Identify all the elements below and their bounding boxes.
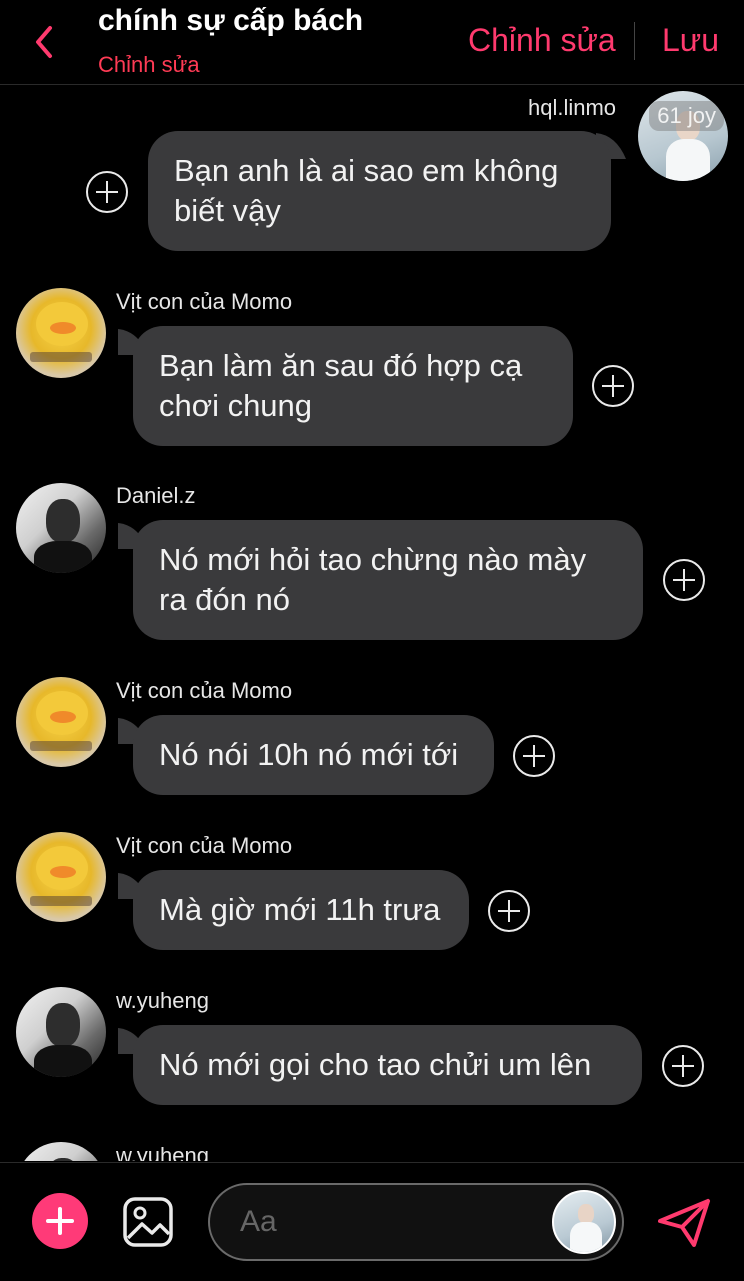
add-reaction-icon[interactable] — [592, 365, 634, 407]
message-input-placeholder: Aa — [240, 1205, 277, 1238]
chat-screen: chính sự cấp bách Chỉnh sửa Chỉnh sửa Lư… — [0, 0, 744, 1281]
avatar[interactable] — [16, 483, 106, 573]
image-icon[interactable] — [122, 1196, 174, 1248]
input-avatar[interactable] — [552, 1190, 616, 1254]
send-icon[interactable] — [654, 1195, 714, 1251]
message-bubble[interactable]: Mà giờ mới 11h trưa — [133, 870, 469, 950]
message-sender: Daniel.z — [116, 483, 196, 508]
message-bubble[interactable]: Bạn làm ăn sau đó hợp cạ chơi chung — [133, 326, 573, 446]
message-bubble[interactable]: Bạn anh là ai sao em không biết vậy — [148, 131, 611, 251]
message-input[interactable]: Aa — [208, 1183, 624, 1261]
message-sender: Vịt con của Momo — [116, 678, 293, 703]
composer-bar: Aa — [0, 1162, 744, 1281]
message-bubble[interactable]: Nó mới gọi cho tao chửi um lên — [133, 1025, 642, 1105]
message-sender: hql.linmo — [528, 95, 617, 120]
add-reaction-icon[interactable] — [86, 171, 128, 213]
avatar-badge: 61 joy — [649, 101, 724, 131]
avatar[interactable] — [16, 1142, 106, 1161]
chat-subtitle[interactable]: Chỉnh sửa — [98, 52, 200, 78]
message-sender: Vịt con của Momo — [116, 289, 293, 314]
add-reaction-icon[interactable] — [663, 559, 705, 601]
save-button[interactable]: Lưu — [662, 22, 719, 59]
edit-button[interactable]: Chỉnh sửa — [468, 22, 616, 59]
header-divider — [634, 22, 635, 60]
back-button[interactable] — [24, 22, 64, 62]
add-reaction-icon[interactable] — [488, 890, 530, 932]
chevron-left-icon — [36, 26, 52, 58]
avatar[interactable] — [16, 288, 106, 378]
message-bubble[interactable]: Nó mới hỏi tao chừng nào mày ra đón nó — [133, 520, 643, 640]
message-sender: Vịt con của Momo — [116, 833, 293, 858]
avatar[interactable] — [16, 987, 106, 1077]
header: chính sự cấp bách Chỉnh sửa Chỉnh sửa Lư… — [0, 0, 744, 85]
message-sender: w.yuheng — [116, 988, 209, 1013]
message-sender: w.yuheng — [116, 1143, 209, 1161]
avatar[interactable] — [16, 832, 106, 922]
chat-title: chính sự cấp bách — [98, 4, 364, 37]
add-button[interactable] — [32, 1193, 88, 1249]
avatar[interactable]: 61 joy — [638, 91, 728, 181]
add-reaction-icon[interactable] — [513, 735, 555, 777]
add-reaction-icon[interactable] — [662, 1045, 704, 1087]
message-bubble[interactable]: Nó nói 10h nó mới tới — [133, 715, 494, 795]
avatar[interactable] — [16, 677, 106, 767]
message-list[interactable]: hql.linmo 61 joy Bạn anh là ai sao em kh… — [0, 85, 744, 1161]
